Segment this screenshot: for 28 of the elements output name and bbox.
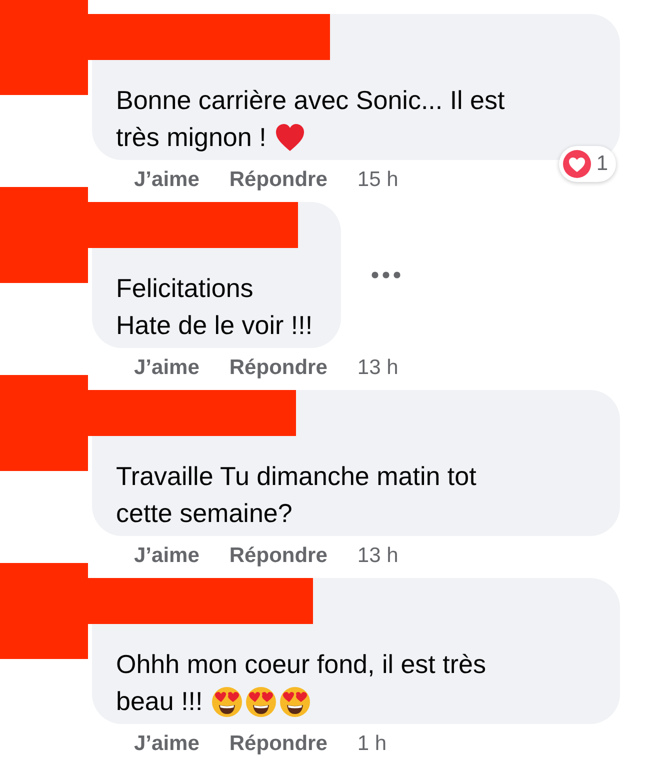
comment-text: Travaille Tu dimanche matin tot	[116, 460, 476, 493]
comment-time: 13 h	[357, 544, 398, 568]
comment-time: 1 h	[357, 732, 387, 756]
comment-text: Ohhh mon coeur fond, il est très	[116, 648, 486, 681]
comment-text: beau !!!	[116, 685, 203, 718]
heart-reaction-icon	[562, 149, 592, 179]
comment-text: très mignon !	[116, 121, 266, 154]
reply-link[interactable]: Répondre	[229, 544, 328, 568]
comment-text: cette semaine?	[116, 497, 292, 530]
comment-text: Bonne carrière avec Sonic... Il est	[116, 84, 505, 117]
reaction-count: 1	[596, 152, 608, 176]
like-link[interactable]: J’aime	[134, 732, 200, 756]
reaction-badge[interactable]: 1	[559, 146, 616, 182]
comment-text: Hate de le voir !!!	[116, 309, 313, 342]
more-options-icon[interactable]	[370, 271, 401, 279]
heart-eyes-emoji-icon	[244, 686, 277, 718]
like-link[interactable]: J’aime	[134, 356, 200, 380]
like-link[interactable]: J’aime	[134, 544, 200, 568]
comment-time: 13 h	[357, 356, 398, 380]
heart-icon	[274, 122, 306, 154]
reply-link[interactable]: Répondre	[229, 168, 328, 192]
comment-text: Felicitations	[116, 272, 254, 305]
like-link[interactable]: J’aime	[134, 168, 200, 192]
comment-time: 15 h	[357, 168, 398, 192]
heart-eyes-emoji-icon	[278, 686, 311, 718]
reply-link[interactable]: Répondre	[229, 356, 328, 380]
reply-link[interactable]: Répondre	[229, 732, 328, 756]
heart-eyes-emoji-icon	[210, 686, 243, 718]
